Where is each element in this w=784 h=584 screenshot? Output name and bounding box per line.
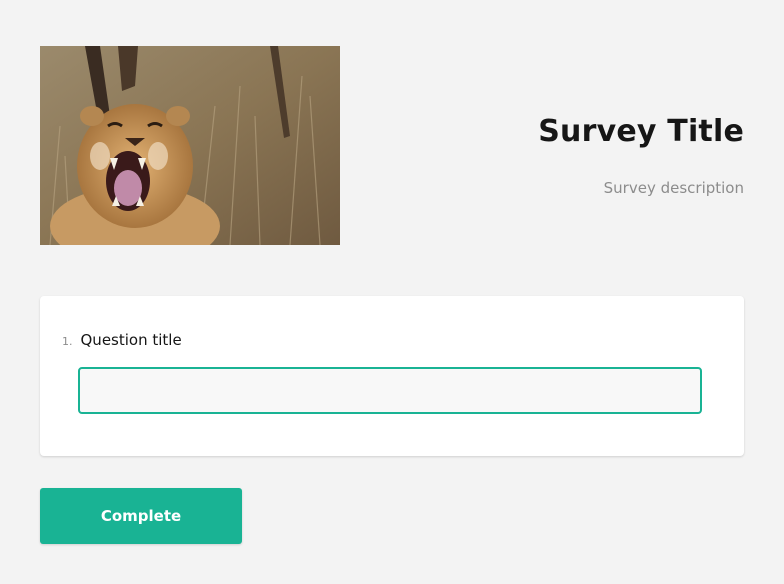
survey-logo-image [40,46,340,245]
question-title: Question title [80,331,182,349]
question-panel: 1. Question title [40,296,744,456]
survey-title-block: Survey Title Survey description [538,114,744,197]
lion-photo-icon [40,46,340,245]
complete-button[interactable]: Complete [40,488,242,544]
survey-description: Survey description [603,179,744,197]
survey-title: Survey Title [538,114,744,149]
survey-page: Survey Title Survey description 1. Quest… [0,0,784,584]
question-text-input[interactable] [78,367,702,414]
question-header: 1. Question title [62,331,182,349]
question-number: 1. [62,335,73,348]
survey-header: Survey Title Survey description [40,46,744,245]
